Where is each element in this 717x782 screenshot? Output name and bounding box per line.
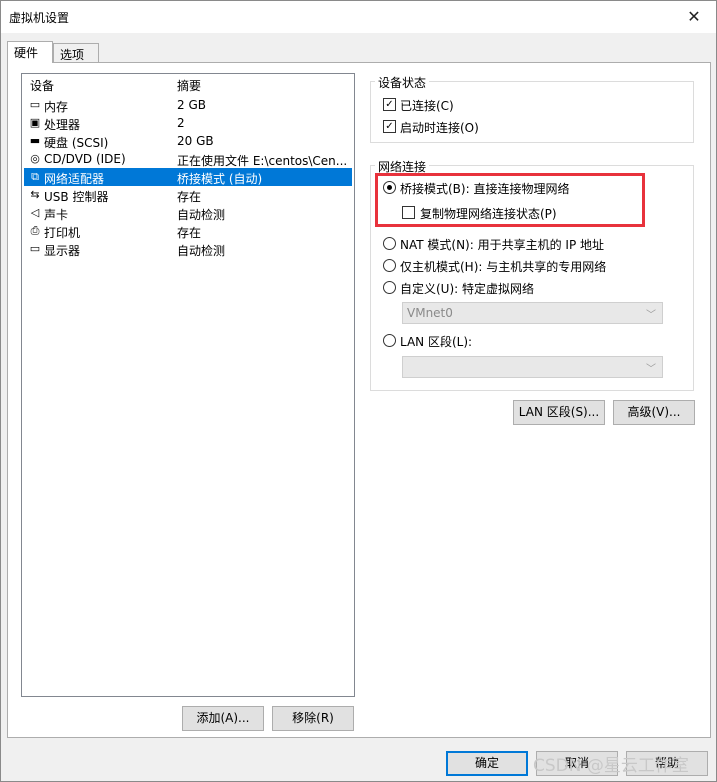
nat-radio[interactable] [383, 237, 396, 250]
custom-label[interactable]: 自定义(U): 特定虚拟网络 [400, 280, 534, 297]
device-summary: 2 [177, 116, 185, 130]
connected-checkbox[interactable]: ✓ [383, 98, 396, 111]
chevron-down-icon: ﹀ [646, 310, 656, 321]
device-name: 处理器 [44, 118, 81, 132]
custom-radio[interactable] [383, 281, 396, 294]
device-name: CD/DVD (IDE) [44, 152, 126, 166]
lan-segment-select[interactable]: ﹀ [402, 356, 663, 378]
connect-at-power-on-checkbox[interactable]: ✓ [383, 120, 396, 133]
device-summary: 桥接模式 (自动) [177, 172, 263, 186]
device-summary: 自动检测 [177, 208, 226, 222]
device-name: 硬盘 (SCSI) [44, 136, 109, 150]
host-only-label[interactable]: 仅主机模式(H): 与主机共享的专用网络 [400, 258, 606, 275]
summary-column-header[interactable]: 摘要 [177, 77, 201, 94]
disk-icon: ▬ [29, 134, 41, 147]
cpu-icon: ▣ [29, 116, 41, 129]
device-list[interactable]: 设备 摘要 ▭ 内存 2 GB ▣ 处理器 2 ▬ 硬盘 (SCSI) 20 G… [21, 73, 355, 697]
lan-segments-button[interactable]: LAN 区段(S)... [513, 400, 605, 425]
device-row-usb-controller[interactable]: ⇆ USB 控制器 存在 [24, 186, 352, 204]
device-row-processor[interactable]: ▣ 处理器 2 [24, 114, 352, 132]
usb-icon: ⇆ [30, 188, 40, 201]
custom-network-select[interactable]: VMnet0 ﹀ [402, 302, 663, 324]
title-bar: 虚拟机设置 ✕ [1, 1, 716, 33]
watermark: CSDN @星云工作室 [533, 756, 689, 776]
device-summary: 存在 [177, 226, 202, 240]
close-icon[interactable]: ✕ [682, 5, 706, 29]
remove-button[interactable]: 移除(R) [272, 706, 354, 731]
device-name: 内存 [44, 100, 69, 114]
device-summary: 自动检测 [177, 244, 226, 258]
custom-network-value: VMnet0 [407, 306, 453, 320]
network-adapter-icon: ⧉ [31, 170, 39, 183]
device-column-header[interactable]: 设备 [30, 77, 54, 94]
device-name: 显示器 [44, 244, 81, 258]
device-row-network-adapter[interactable]: ⧉ 网络适配器 桥接模式 (自动) [24, 168, 352, 186]
host-only-radio[interactable] [383, 259, 396, 272]
connect-at-power-on-label[interactable]: 启动时连接(O) [400, 119, 479, 136]
nat-label[interactable]: NAT 模式(N): 用于共享主机的 IP 地址 [400, 236, 604, 253]
window-title: 虚拟机设置 [9, 11, 70, 25]
tab-options-label: 选项 [60, 48, 85, 62]
sound-icon: ◁ [30, 206, 40, 219]
device-summary: 正在使用文件 E:\centos\Cen... [177, 154, 348, 168]
printer-icon: ⎙ [30, 224, 40, 237]
device-summary: 20 GB [177, 134, 214, 148]
memory-icon: ▭ [29, 98, 41, 111]
tab-hardware[interactable]: 硬件 [7, 41, 53, 63]
device-name: 打印机 [44, 226, 81, 240]
ok-button[interactable]: 确定 [446, 751, 528, 776]
device-summary: 存在 [177, 190, 202, 204]
tab-options[interactable]: 选项 [53, 43, 99, 63]
display-icon: ▭ [29, 242, 41, 255]
lan-segment-label[interactable]: LAN 区段(L): [400, 333, 472, 350]
device-name: 网络适配器 [44, 172, 105, 186]
cdrom-icon: ◎ [30, 152, 40, 165]
advanced-button[interactable]: 高级(V)... [613, 400, 695, 425]
highlight-box [375, 173, 645, 227]
lan-segment-radio[interactable] [383, 334, 396, 347]
device-row-printer[interactable]: ⎙ 打印机 存在 [24, 222, 352, 240]
device-summary: 2 GB [177, 98, 206, 112]
add-button[interactable]: 添加(A)... [182, 706, 264, 731]
device-row-hard-disk[interactable]: ▬ 硬盘 (SCSI) 20 GB [24, 132, 352, 150]
device-row-memory[interactable]: ▭ 内存 2 GB [24, 96, 352, 114]
connected-label[interactable]: 已连接(C) [400, 97, 454, 114]
tab-hardware-label: 硬件 [14, 46, 39, 60]
device-name: USB 控制器 [44, 190, 109, 204]
virtual-machine-settings-window: 虚拟机设置 ✕ 硬件 选项 设备 摘要 ▭ 内存 2 GB ▣ 处理器 2 ▬ … [0, 0, 717, 782]
device-row-display[interactable]: ▭ 显示器 自动检测 [24, 240, 352, 258]
device-row-sound-card[interactable]: ◁ 声卡 自动检测 [24, 204, 352, 222]
device-row-cd-dvd[interactable]: ◎ CD/DVD (IDE) 正在使用文件 E:\centos\Cen... [24, 150, 352, 168]
device-list-header: 设备 摘要 [22, 74, 354, 94]
chevron-down-icon: ﹀ [646, 364, 656, 375]
device-status-title: 设备状态 [375, 74, 430, 91]
device-name: 声卡 [44, 208, 69, 222]
